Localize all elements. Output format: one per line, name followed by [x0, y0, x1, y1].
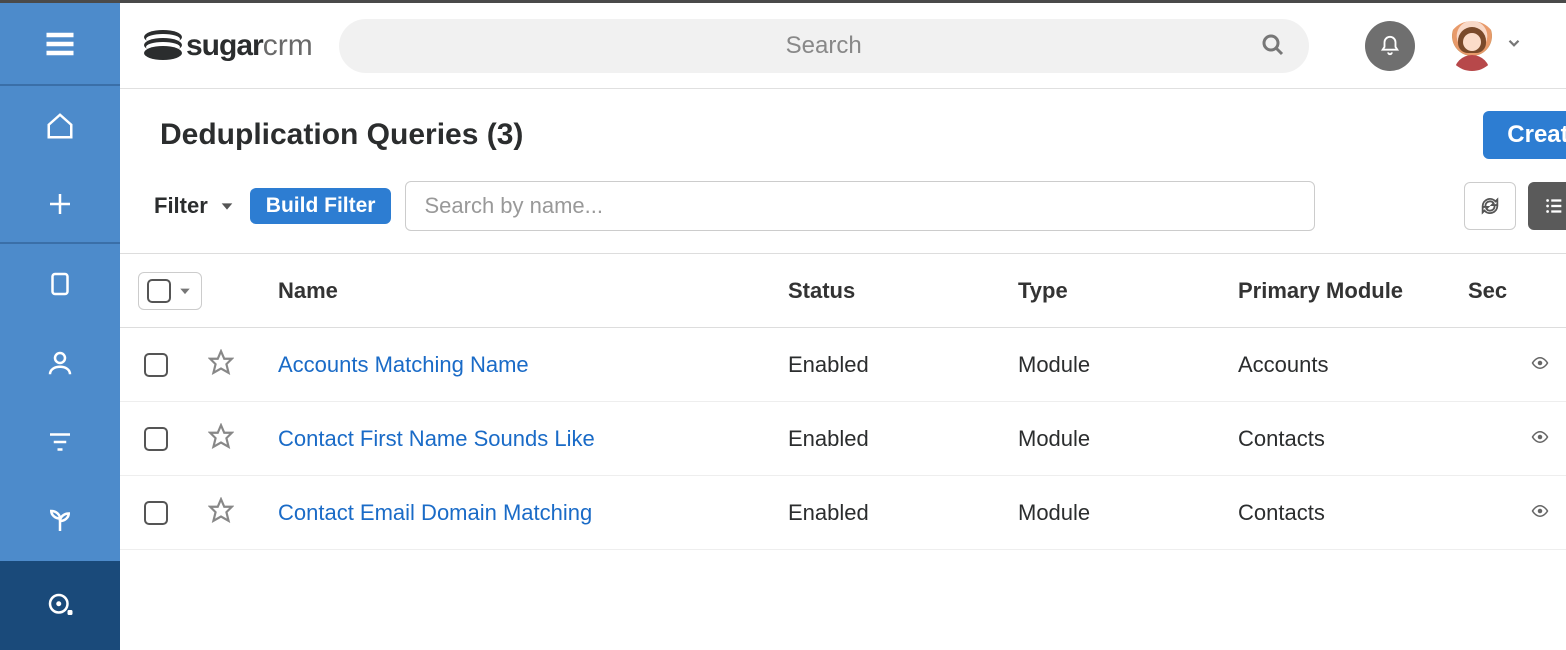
- bell-icon: [1379, 35, 1401, 57]
- record-primary-module: Accounts: [1238, 352, 1468, 378]
- record-status: Enabled: [788, 426, 1018, 452]
- sidebar-add[interactable]: [0, 165, 120, 244]
- table-row: Contact First Name Sounds Like Enabled M…: [120, 402, 1566, 476]
- record-type: Module: [1018, 352, 1238, 378]
- building-icon: [45, 269, 75, 299]
- filter-search-input[interactable]: [405, 181, 1315, 231]
- sidebar: [0, 3, 120, 650]
- select-all-checkbox[interactable]: [147, 279, 171, 303]
- record-type: Module: [1018, 500, 1238, 526]
- build-filter-button[interactable]: Build Filter: [250, 188, 392, 224]
- sidebar-leads[interactable]: [0, 482, 120, 561]
- column-type[interactable]: Type: [1018, 278, 1238, 304]
- page-title: Deduplication Queries (3): [160, 118, 523, 152]
- star-icon: [208, 423, 234, 449]
- star-icon: [208, 497, 234, 523]
- sidebar-contacts[interactable]: [0, 324, 120, 403]
- sidebar-accounts[interactable]: [0, 244, 120, 323]
- preview-button[interactable]: [1528, 500, 1566, 526]
- filter-dropdown[interactable]: Filter: [154, 193, 236, 219]
- favorite-toggle[interactable]: [208, 349, 268, 381]
- search-input[interactable]: [339, 19, 1309, 73]
- table-header: Name Status Type Primary Module Sec: [120, 254, 1566, 328]
- topbar: sugarcrm: [120, 3, 1566, 89]
- sidebar-filter[interactable]: [0, 403, 120, 482]
- search-icon[interactable]: [1261, 33, 1285, 64]
- record-status: Enabled: [788, 500, 1018, 526]
- filter-label-text: Filter: [154, 193, 208, 219]
- row-checkbox[interactable]: [144, 501, 168, 525]
- target-add-icon: [45, 590, 75, 620]
- column-name[interactable]: Name: [268, 278, 788, 304]
- avatar: [1447, 21, 1497, 71]
- star-icon: [208, 349, 234, 375]
- eye-icon: [1528, 502, 1552, 520]
- record-type: Module: [1018, 426, 1238, 452]
- favorite-toggle[interactable]: [208, 497, 268, 529]
- chevron-down-icon: [177, 283, 193, 299]
- table-row: Accounts Matching Name Enabled Module Ac…: [120, 328, 1566, 402]
- stack-icon: [144, 30, 182, 62]
- record-status: Enabled: [788, 352, 1018, 378]
- record-primary-module: Contacts: [1238, 500, 1468, 526]
- column-secondary[interactable]: Sec: [1468, 278, 1528, 304]
- sprout-icon: [45, 506, 75, 536]
- record-name-link[interactable]: Accounts Matching Name: [268, 352, 788, 378]
- row-checkbox[interactable]: [144, 353, 168, 377]
- list-icon: [1543, 195, 1565, 217]
- column-status[interactable]: Status: [788, 278, 1018, 304]
- brand-thin: crm: [263, 29, 313, 62]
- record-name-link[interactable]: Contact Email Domain Matching: [268, 500, 788, 526]
- record-primary-module: Contacts: [1238, 426, 1468, 452]
- plus-icon: [45, 189, 75, 219]
- global-search[interactable]: [339, 19, 1309, 73]
- notifications-button[interactable]: [1365, 21, 1415, 71]
- person-icon: [45, 348, 75, 378]
- list-view-toggle[interactable]: [1528, 182, 1566, 230]
- chevron-down-icon: [1505, 34, 1523, 57]
- eye-icon: [1528, 354, 1552, 372]
- record-name-link[interactable]: Contact First Name Sounds Like: [268, 426, 788, 452]
- brand-logo[interactable]: sugarcrm: [138, 29, 323, 63]
- select-all-control[interactable]: [138, 272, 202, 310]
- column-primary-module[interactable]: Primary Module: [1238, 278, 1468, 304]
- sidebar-target-active[interactable]: [0, 561, 120, 650]
- user-menu[interactable]: [1447, 21, 1523, 71]
- table-row: Contact Email Domain Matching Enabled Mo…: [120, 476, 1566, 550]
- favorite-toggle[interactable]: [208, 423, 268, 455]
- sidebar-home[interactable]: [0, 86, 120, 165]
- preview-button[interactable]: [1528, 352, 1566, 378]
- brand-bold: sugar: [186, 29, 263, 62]
- sidebar-menu-toggle[interactable]: [0, 3, 120, 86]
- row-checkbox[interactable]: [144, 427, 168, 451]
- refresh-icon: [1479, 195, 1501, 217]
- funnel-icon: [45, 427, 75, 457]
- refresh-button[interactable]: [1464, 182, 1516, 230]
- preview-button[interactable]: [1528, 426, 1566, 452]
- records-table: Name Status Type Primary Module Sec Acco…: [120, 253, 1566, 550]
- hamburger-icon: [42, 26, 78, 62]
- create-button[interactable]: Create: [1483, 111, 1566, 159]
- home-icon: [45, 111, 75, 141]
- chevron-down-icon: [218, 197, 236, 215]
- eye-icon: [1528, 428, 1552, 446]
